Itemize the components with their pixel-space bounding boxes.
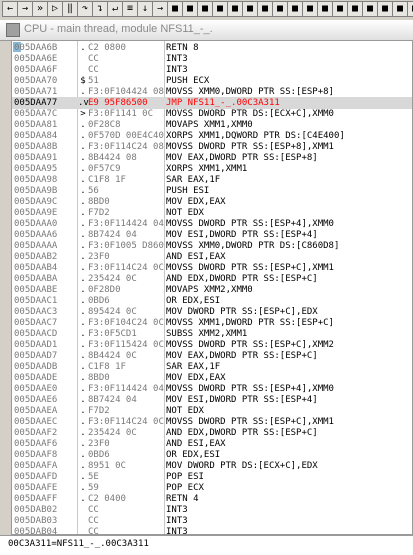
toolbar-button[interactable]: ■	[287, 1, 303, 17]
toolbar-button[interactable]: ↴	[92, 1, 108, 17]
toolbar-button[interactable]: ■	[257, 1, 273, 17]
cpu-window-titlebar: CPU - main thread, module NFS11_-_.	[0, 20, 413, 41]
cpu-window-title: CPU - main thread, module NFS11_-_.	[24, 23, 213, 35]
toolbar-button[interactable]: ↓	[137, 1, 153, 17]
toolbar: ←→»▷‖↷↴↵≡↓→■■■■■■■■■■■■■■■■■	[0, 0, 413, 21]
instruction-row[interactable]: 005DAB04 CC INT3	[12, 526, 412, 535]
toolbar-button[interactable]: ■	[212, 1, 228, 17]
toolbar-button[interactable]: ←	[2, 1, 18, 17]
toolbar-button[interactable]: ■	[302, 1, 318, 17]
toolbar-button[interactable]: ■	[182, 1, 198, 17]
toolbar-button[interactable]: ■	[362, 1, 378, 17]
address-cell: 005DAB04	[14, 527, 58, 535]
hex-dump-cell: CC	[88, 527, 99, 535]
toolbar-button[interactable]: ▷	[47, 1, 63, 17]
toolbar-button[interactable]: ■	[332, 1, 348, 17]
toolbar-button[interactable]: ↷	[77, 1, 93, 17]
status-info: 00C3A311=NFS11_-_.00C3A311	[8, 539, 149, 549]
toolbar-button[interactable]: →	[17, 1, 33, 17]
toolbar-button[interactable]: ■	[407, 1, 413, 17]
status-bar: 00C3A311=NFS11_-_.00C3A311	[0, 535, 413, 555]
toolbar-button[interactable]: »	[32, 1, 48, 17]
toolbar-button[interactable]: ■	[317, 1, 333, 17]
toolbar-button[interactable]: ‖	[62, 1, 78, 17]
disassembly-cell: INT3	[166, 527, 188, 535]
toolbar-button[interactable]: ≡	[122, 1, 138, 17]
toolbar-button[interactable]: →	[152, 1, 168, 17]
disassembly-pane[interactable]: 005DAA6B. C2 0800 RETN 8 005DAA6E CC INT3 005D…	[11, 40, 413, 535]
toolbar-button[interactable]: ■	[227, 1, 243, 17]
cpu-window-icon	[6, 23, 20, 37]
toolbar-button[interactable]: ■	[347, 1, 363, 17]
toolbar-button[interactable]: ■	[377, 1, 393, 17]
toolbar-button[interactable]: ■	[392, 1, 408, 17]
toolbar-button[interactable]: ■	[167, 1, 183, 17]
toolbar-button[interactable]: ■	[197, 1, 213, 17]
toolbar-button[interactable]: ↵	[107, 1, 123, 17]
toolbar-button[interactable]: ■	[272, 1, 288, 17]
toolbar-button[interactable]: ■	[242, 1, 258, 17]
